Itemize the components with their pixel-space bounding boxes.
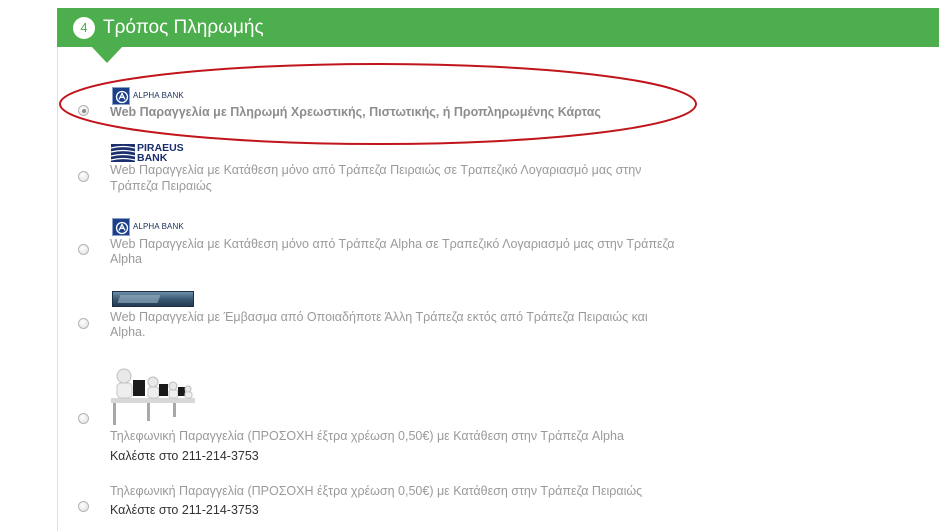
piraeus-stripes-icon <box>111 144 135 162</box>
alpha-bank-logo-text: ALPHA BANK <box>133 222 184 231</box>
radio-card-payment[interactable] <box>78 105 89 116</box>
section-title: Τρόπος Πληρωμής <box>103 17 264 38</box>
option-alpha-deposit-label-line1[interactable]: Web Παραγγελία με Κατάθεση μόνο από Τράπ… <box>110 235 674 253</box>
alpha-bank-logo: ALPHA BANK <box>112 218 202 236</box>
option-phone-alpha-label[interactable]: Τηλεφωνική Παραγγελία (ΠΡΟΣΟΧΗ έξτρα χρέ… <box>110 427 624 445</box>
step-number-badge: 4 <box>73 17 95 39</box>
alpha-bank-logo-text: ALPHA BANK <box>133 91 184 100</box>
radio-piraeus-deposit[interactable] <box>78 171 89 182</box>
option-piraeus-deposit-label-line2[interactable]: Τράπεζα Πειραιώς <box>110 177 212 195</box>
option-card-payment-label[interactable]: Web Παραγγελία με Πληρωμή Χρεωστικής, Πι… <box>110 103 601 121</box>
option-phone-alpha-number: Καλέστε στο 211-214-3753 <box>110 449 259 463</box>
header-notch <box>91 46 123 63</box>
radio-phone-alpha[interactable] <box>78 413 89 424</box>
option-bank-transfer-label-line2[interactable]: Alpha. <box>110 323 145 341</box>
option-phone-piraeus-number: Καλέστε στο 211-214-3753 <box>110 503 259 517</box>
piraeus-bank-logo-text: PIRAEUS BANK <box>137 142 184 164</box>
option-bank-transfer-label-line1[interactable]: Web Παραγγελία με Έμβασμα από Οποιαδήποτ… <box>110 308 648 326</box>
bank-transfer-image <box>112 291 194 307</box>
radio-alpha-deposit[interactable] <box>78 244 89 255</box>
alpha-bank-emblem-icon <box>112 218 130 236</box>
option-phone-piraeus-label[interactable]: Τηλεφωνική Παραγγελία (ΠΡΟΣΟΧΗ έξτρα χρέ… <box>110 482 642 500</box>
call-center-image <box>111 368 195 425</box>
option-alpha-deposit-label-line2[interactable]: Alpha <box>110 250 142 268</box>
radio-bank-transfer[interactable] <box>78 318 89 329</box>
radio-phone-piraeus[interactable] <box>78 501 89 512</box>
